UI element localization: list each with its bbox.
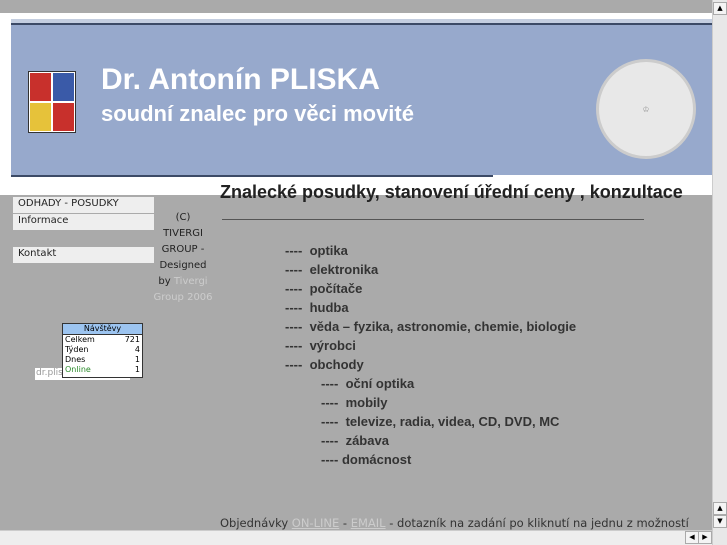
- stamp-logo: ♔: [596, 59, 696, 159]
- nav-kontakt[interactable]: Kontakt: [13, 247, 154, 263]
- site-title: Dr. Antonín PLISKA: [101, 63, 380, 96]
- banner-frame: Dr. Antonín PLISKA soudní znalec pro věc…: [0, 13, 712, 195]
- tivergi-link[interactable]: Tivergi: [174, 276, 208, 287]
- scroll-down-icon[interactable]: ▼: [713, 515, 727, 528]
- online-link[interactable]: ON-LINE: [292, 516, 339, 530]
- site-subtitle: soudní znalec pro věci movité: [101, 101, 414, 126]
- page-heading: Znalecké posudky, stanovení úřední ceny …: [220, 182, 683, 202]
- list-item: ---- domácnost: [321, 452, 412, 467]
- services-list: ---- optika ---- elektronika ---- počíta…: [285, 243, 576, 471]
- list-item: ---- elektronika: [285, 262, 379, 277]
- coat-of-arms-icon: [28, 71, 76, 133]
- list-item: ---- hudba: [285, 300, 349, 315]
- credit: (C) TIVERGI GROUP - Designed by Tivergi Gro…: [153, 212, 213, 303]
- footer: Objednávky ON-LINE - EMAIL - dotazník na…: [220, 516, 689, 530]
- scroll-up-icon[interactable]: ▲: [713, 502, 727, 515]
- banner: Dr. Antonín PLISKA soudní znalec pro věc…: [11, 23, 712, 177]
- nav-odhady-posudky[interactable]: ODHADY - POSUDKY: [13, 197, 154, 213]
- email-link[interactable]: EMAIL: [351, 516, 386, 530]
- list-item: ---- počítače: [285, 281, 363, 296]
- list-item: ---- mobily: [321, 395, 388, 410]
- scroll-up-icon[interactable]: ▲: [713, 2, 727, 15]
- vertical-scrollbar[interactable]: ▲ ▲ ▼: [712, 0, 727, 545]
- visit-counter[interactable]: Návštěvy Celkem 721 Týden 4 Dnes 1 Online 1: [62, 323, 143, 378]
- nav-informace[interactable]: Informace: [13, 214, 154, 230]
- scroll-left-icon[interactable]: ◀: [685, 531, 699, 544]
- horizontal-scrollbar[interactable]: ◀ ▶: [0, 530, 712, 545]
- list-item: ---- výrobci: [285, 338, 356, 353]
- list-item: ---- obchody: [285, 357, 364, 372]
- list-item: ---- oční optika: [321, 376, 415, 391]
- scroll-right-icon[interactable]: ▶: [698, 531, 712, 544]
- divider: [222, 219, 644, 220]
- list-item: ---- optika: [285, 243, 348, 258]
- list-item: ---- televize, radia, videa, CD, DVD, MC: [321, 414, 560, 429]
- list-item: ---- věda – fyzika, astronomie, chemie, …: [285, 319, 577, 334]
- list-item: ---- zábava: [321, 433, 389, 448]
